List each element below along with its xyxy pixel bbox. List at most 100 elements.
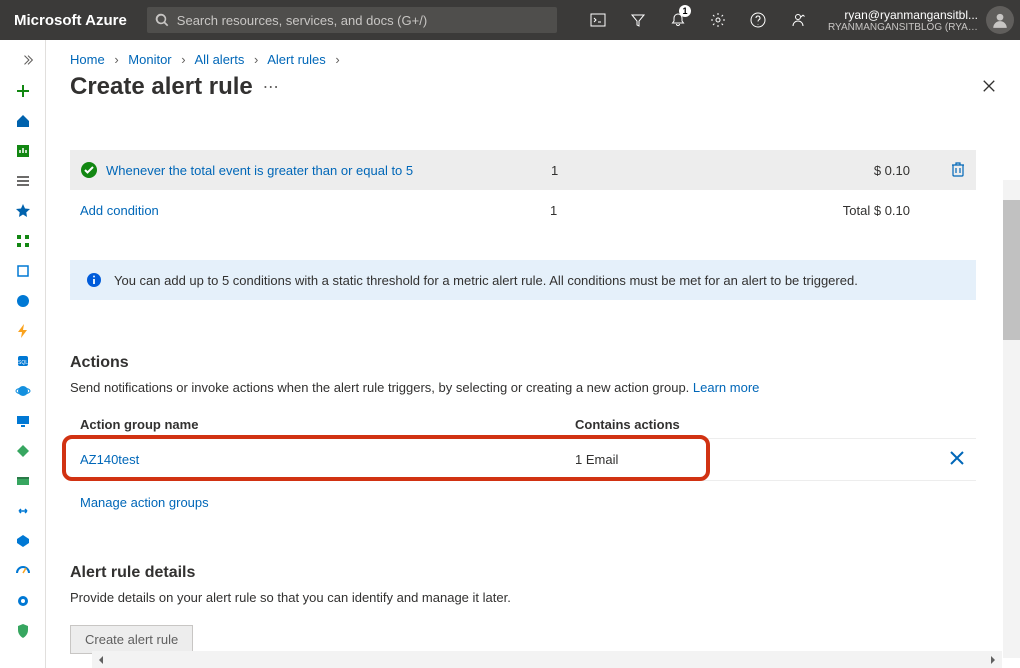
star-icon [15, 203, 31, 219]
rail-monitor[interactable] [0, 556, 45, 586]
breadcrumb-home[interactable]: Home [70, 52, 105, 67]
network-icon [15, 503, 31, 519]
help-button[interactable] [738, 0, 778, 40]
rail-dashboard[interactable] [0, 136, 45, 166]
monitor-icon [15, 413, 31, 429]
avatar[interactable] [986, 6, 1014, 34]
top-header: Microsoft Azure 1 ryan@ryanmangansitbl..… [0, 0, 1020, 40]
rail-virtual-network[interactable] [0, 496, 45, 526]
notification-badge: 1 [679, 5, 691, 17]
rail-resource-groups[interactable] [0, 256, 45, 286]
breadcrumb-all-alerts[interactable]: All alerts [195, 52, 245, 67]
breadcrumb-monitor[interactable]: Monitor [128, 52, 171, 67]
rail-aad[interactable] [0, 526, 45, 556]
chevron-right-icon: › [114, 52, 118, 67]
close-icon [948, 449, 966, 467]
details-heading: Alert rule details [70, 564, 976, 582]
person-icon [991, 11, 1009, 29]
chevron-right-icon: › [335, 52, 339, 67]
vertical-scrollbar-thumb[interactable] [1003, 200, 1020, 340]
close-button[interactable] [982, 79, 996, 96]
info-bar: You can add up to 5 conditions with a st… [70, 260, 976, 300]
shield-icon [15, 623, 31, 639]
rail-vm[interactable] [0, 406, 45, 436]
condition-total-cost: Total $ 0.10 [650, 203, 950, 218]
user-tenant: RYANMANGANSITBLOG (RYANM... [828, 22, 978, 33]
plus-icon [15, 83, 31, 99]
rail-function-app[interactable] [0, 316, 45, 346]
rail-all-services[interactable] [0, 166, 45, 196]
action-group-table: Action group name Contains actions AZ140… [70, 417, 976, 481]
cosmos-icon [15, 383, 31, 399]
action-group-contains: 1 Email [575, 452, 948, 467]
condition-cost: $ 0.10 [651, 163, 950, 178]
azure-logo[interactable]: Microsoft Azure [0, 12, 147, 29]
cloud-shell-button[interactable] [578, 0, 618, 40]
more-button[interactable]: ⋯ [263, 77, 279, 97]
search-input[interactable] [177, 13, 549, 28]
conditions-table: Whenever the total event is greater than… [70, 150, 976, 230]
feedback-icon [790, 12, 806, 28]
info-bar-text: You can add up to 5 conditions with a st… [114, 273, 858, 288]
settings-button[interactable] [698, 0, 738, 40]
condition-link[interactable]: Whenever the total event is greater than… [106, 163, 551, 178]
create-alert-rule-button[interactable]: Create alert rule [70, 625, 193, 654]
horizontal-scrollbar[interactable] [92, 651, 1002, 668]
svg-text:SQL: SQL [17, 360, 27, 366]
rail-load-balancer[interactable] [0, 436, 45, 466]
filter-button[interactable] [618, 0, 658, 40]
chevron-left-icon [96, 655, 106, 665]
condition-count: 1 [551, 163, 651, 178]
delete-condition-button[interactable] [950, 161, 966, 180]
grid-icon [15, 233, 31, 249]
notifications-button[interactable]: 1 [658, 0, 698, 40]
breadcrumb-alert-rules[interactable]: Alert rules [267, 52, 326, 67]
learn-more-link[interactable]: Learn more [693, 380, 759, 395]
sql-icon: SQL [15, 353, 31, 369]
rail-advisor[interactable] [0, 586, 45, 616]
rail-security[interactable] [0, 616, 45, 646]
header-icons: 1 [578, 0, 818, 40]
column-contains-actions: Contains actions [575, 417, 966, 432]
rail-app-services[interactable] [0, 286, 45, 316]
rail-all-resources[interactable] [0, 226, 45, 256]
filter-icon [630, 12, 646, 28]
details-description: Provide details on your alert rule so th… [70, 590, 976, 605]
rail-create-resource[interactable] [0, 76, 45, 106]
rail-favorites[interactable] [0, 196, 45, 226]
rail-storage[interactable] [0, 466, 45, 496]
cloud-shell-icon [590, 12, 606, 28]
rail-home[interactable] [0, 106, 45, 136]
cube-icon [15, 263, 31, 279]
global-search[interactable] [147, 7, 557, 33]
manage-action-groups-link[interactable]: Manage action groups [70, 495, 209, 510]
user-menu[interactable]: ryan@ryanmangansitbl... RYANMANGANSITBLO… [818, 6, 1020, 34]
action-group-row: AZ140test 1 Email [70, 439, 976, 481]
rail-sql[interactable]: SQL [0, 346, 45, 376]
lightning-icon [15, 323, 31, 339]
rail-cosmos[interactable] [0, 376, 45, 406]
column-action-group-name: Action group name [80, 417, 575, 432]
gear-icon [710, 12, 726, 28]
diamond-icon [15, 443, 31, 459]
help-icon [750, 12, 766, 28]
condition-row: Whenever the total event is greater than… [70, 150, 976, 190]
remove-action-group-button[interactable] [948, 449, 966, 470]
rail-expand-button[interactable] [0, 44, 45, 76]
chevron-right-icon: › [254, 52, 258, 67]
home-icon [15, 113, 31, 129]
info-icon [86, 272, 102, 288]
feedback-button[interactable] [778, 0, 818, 40]
page-title: Create alert rule [70, 73, 253, 101]
close-icon [982, 79, 996, 93]
main-content: Home › Monitor › All alerts › Alert rule… [46, 40, 1020, 668]
user-email: ryan@ryanmangansitbl... [828, 8, 978, 22]
add-condition-link[interactable]: Add condition [80, 203, 550, 218]
content-scroll[interactable]: Whenever the total event is greater than… [46, 134, 1000, 612]
chevron-right-double-icon [21, 53, 35, 67]
chevron-right-icon: › [181, 52, 185, 67]
condition-total-count: 1 [550, 203, 650, 218]
actions-description: Send notifications or invoke actions whe… [70, 380, 976, 395]
action-group-name-link[interactable]: AZ140test [80, 452, 575, 467]
left-nav-rail: SQL [0, 40, 46, 668]
